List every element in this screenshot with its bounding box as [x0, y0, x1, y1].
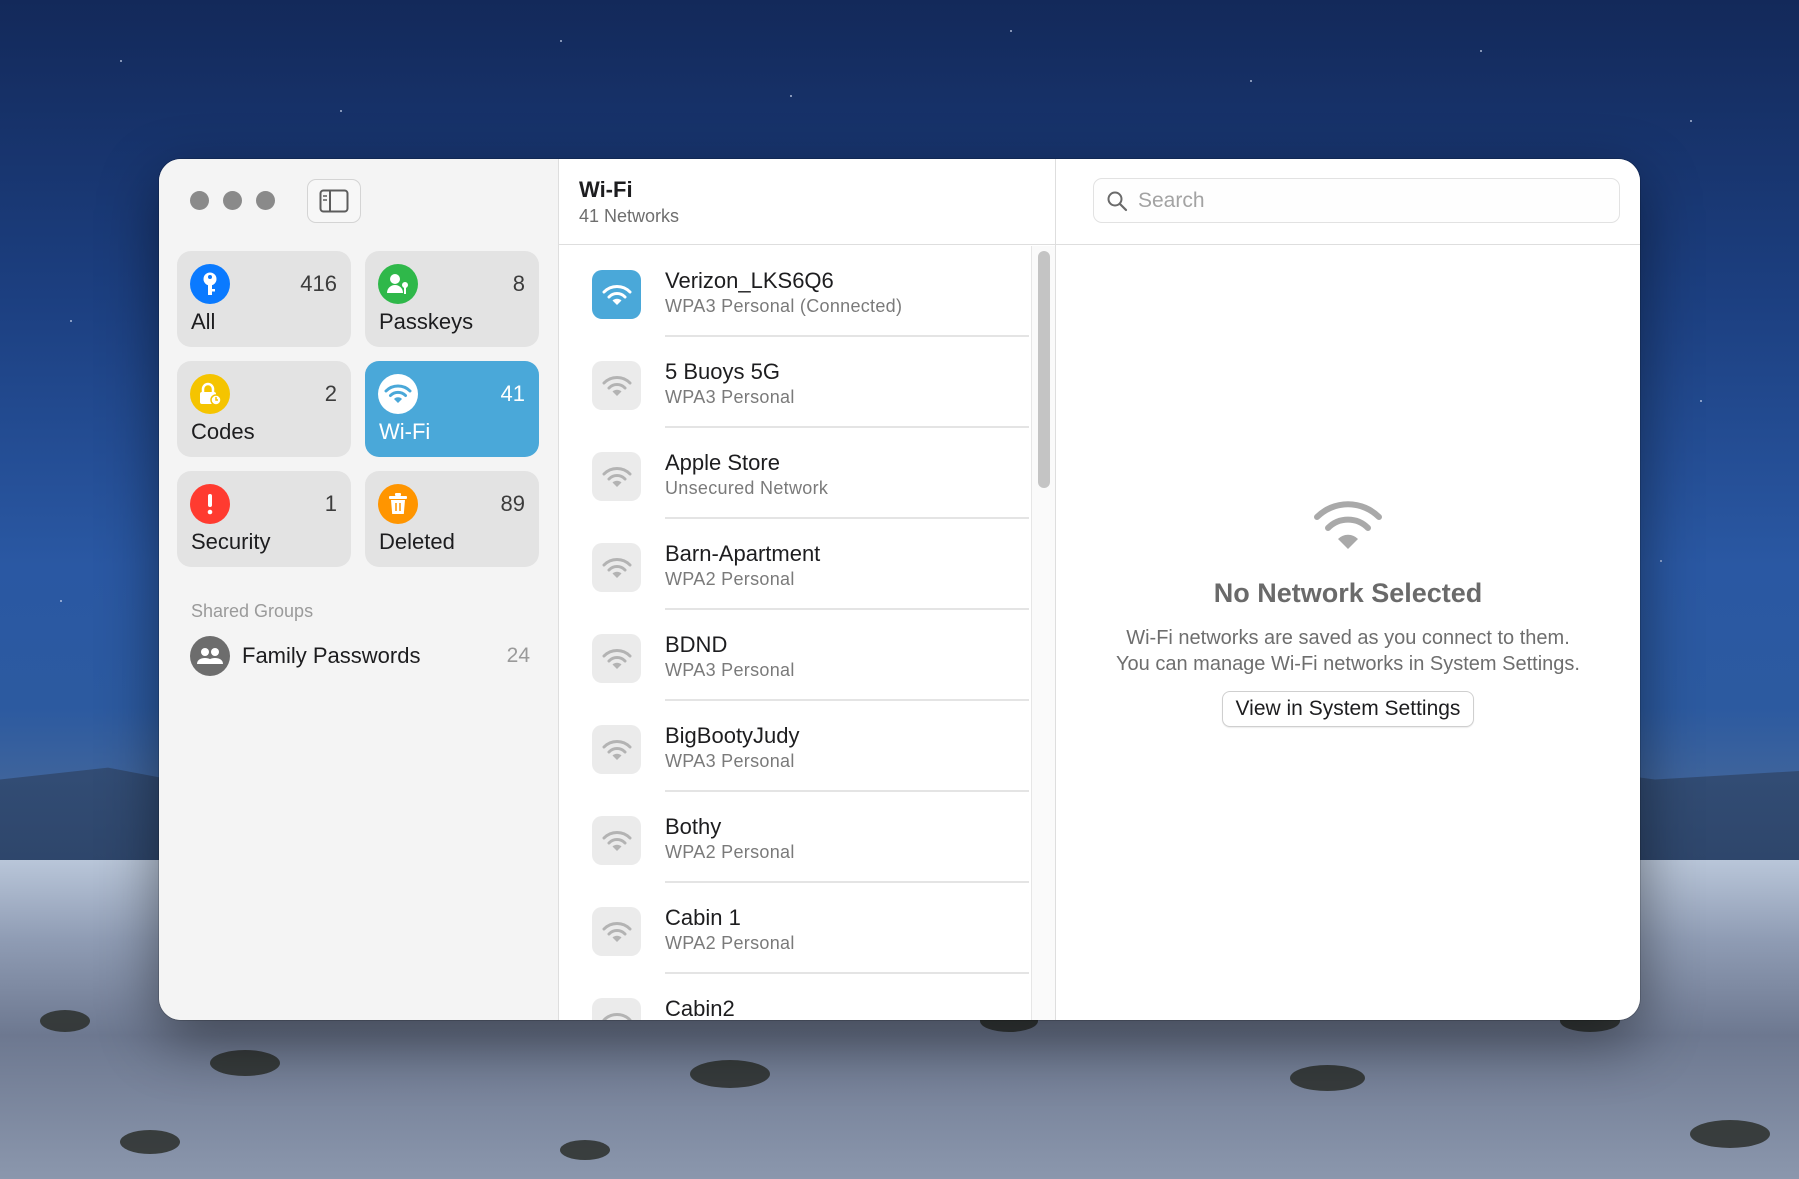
network-list-pane: Wi-Fi 41 Networks Verizon_LKS6Q6 WPA3 Per… — [559, 159, 1056, 1020]
network-name: Apple Store — [665, 450, 780, 475]
tile-passkeys[interactable]: 8 Passkeys — [365, 251, 539, 347]
network-row[interactable]: Cabin 1 WPA2 Personal — [559, 883, 1055, 974]
network-row[interactable]: Apple Store Unsecured Network — [559, 428, 1055, 519]
passwords-window: 416 All 8 Passkeys 2 Codes 41 Wi-Fi 1 Se… — [159, 159, 1640, 1020]
empty-description: Wi-Fi networks are saved as you connect … — [1056, 625, 1640, 677]
network-row[interactable]: Cabin2 — [559, 974, 1055, 1020]
tile-deleted[interactable]: 89 Deleted — [365, 471, 539, 567]
network-row[interactable]: 5 Buoys 5G WPA3 Personal — [559, 337, 1055, 428]
network-name: Barn-Apartment — [665, 541, 821, 566]
window-controls — [190, 191, 275, 210]
network-list: Verizon_LKS6Q6 WPA3 Personal (Connected) 5… — [559, 246, 1055, 1020]
tile-label: Wi-Fi — [379, 419, 431, 444]
scrollbar[interactable] — [1031, 246, 1055, 1020]
sidebar-toggle-button[interactable] — [307, 179, 361, 223]
exclamation-icon — [190, 484, 230, 524]
network-security: WPA2 Personal — [665, 569, 795, 589]
network-security: WPA3 Personal — [665, 387, 795, 407]
group-people-icon — [190, 636, 230, 676]
wifi-icon — [592, 452, 641, 501]
network-security: WPA2 Personal — [665, 842, 795, 862]
empty-title: No Network Selected — [1213, 578, 1483, 608]
network-row[interactable]: Barn-Apartment WPA2 Personal — [559, 519, 1055, 610]
shared-groups-heading: Shared Groups — [191, 601, 314, 621]
tile-wifi[interactable]: 41 Wi-Fi — [365, 361, 539, 457]
tile-all[interactable]: 416 All — [177, 251, 351, 347]
wifi-icon — [592, 816, 641, 865]
wifi-icon — [1056, 499, 1640, 556]
close-button[interactable] — [190, 191, 209, 210]
empty-line-1: Wi-Fi networks are saved as you connect … — [1126, 627, 1570, 649]
network-security: Unsecured Network — [665, 478, 829, 498]
network-security: WPA3 Personal — [665, 751, 795, 771]
lock-clock-icon — [190, 374, 230, 414]
tile-security[interactable]: 1 Security — [177, 471, 351, 567]
list-header: Wi-Fi 41 Networks — [559, 159, 1055, 245]
tile-label: Deleted — [379, 529, 455, 554]
tile-count: 41 — [500, 381, 525, 406]
network-row[interactable]: BDND WPA3 Personal — [559, 610, 1055, 701]
detail-header — [1056, 159, 1640, 245]
sidebar: 416 All 8 Passkeys 2 Codes 41 Wi-Fi 1 Se… — [159, 159, 559, 1020]
search-icon — [1107, 191, 1128, 211]
tile-codes[interactable]: 2 Codes — [177, 361, 351, 457]
category-tiles: 416 All 8 Passkeys 2 Codes 41 Wi-Fi 1 Se… — [177, 251, 539, 567]
network-name: BigBootyJudy — [665, 723, 800, 748]
wifi-icon — [592, 361, 641, 410]
tile-count: 416 — [300, 271, 337, 296]
tile-label: Codes — [191, 419, 255, 444]
network-name: Verizon_LKS6Q6 — [665, 268, 834, 293]
network-row[interactable]: Bothy WPA2 Personal — [559, 792, 1055, 883]
tile-label: All — [191, 309, 216, 334]
minimize-button[interactable] — [223, 191, 242, 210]
network-name: Cabin 1 — [665, 905, 741, 930]
wifi-icon — [592, 634, 641, 683]
network-name: Cabin2 — [665, 996, 735, 1020]
group-count: 24 — [506, 644, 530, 667]
key-icon — [190, 264, 230, 304]
network-security: WPA3 Personal (Connected) — [665, 296, 903, 316]
wifi-icon — [592, 998, 641, 1020]
sidebar-item-family-passwords[interactable]: Family Passwords 24 — [190, 635, 530, 677]
scrollbar-thumb[interactable] — [1038, 251, 1050, 488]
view-in-system-settings-button[interactable]: View in System Settings — [1221, 691, 1475, 727]
zoom-button[interactable] — [256, 191, 275, 210]
empty-line-2: You can manage Wi-Fi networks in System … — [1116, 653, 1580, 675]
network-row[interactable]: BigBootyJudy WPA3 Personal — [559, 701, 1055, 792]
group-name: Family Passwords — [242, 643, 421, 668]
search-input[interactable] — [1138, 188, 1600, 213]
list-title: Wi-Fi — [579, 177, 633, 202]
detail-pane: No Network Selected Wi-Fi networks are s… — [1056, 159, 1640, 1020]
sidebar-icon — [319, 189, 349, 213]
person-key-icon — [378, 264, 418, 304]
search-field[interactable] — [1093, 178, 1620, 223]
wifi-icon — [592, 270, 641, 319]
network-name: BDND — [665, 632, 728, 657]
network-security: WPA3 Personal — [665, 660, 795, 680]
tile-count: 2 — [324, 381, 337, 406]
tile-count: 8 — [512, 271, 525, 296]
wifi-icon — [592, 543, 641, 592]
network-name: 5 Buoys 5G — [665, 359, 780, 384]
wifi-icon — [592, 725, 641, 774]
network-row[interactable]: Verizon_LKS6Q6 WPA3 Personal (Connected) — [559, 246, 1055, 337]
trash-icon — [378, 484, 418, 524]
network-name: Bothy — [665, 814, 722, 839]
list-subtitle: 41 Networks — [579, 206, 680, 226]
tile-count: 1 — [324, 491, 337, 516]
wifi-icon — [378, 374, 418, 414]
network-security: WPA2 Personal — [665, 933, 795, 953]
empty-state: No Network Selected Wi-Fi networks are s… — [1056, 499, 1640, 727]
tile-label: Security — [191, 529, 271, 554]
wifi-icon — [592, 907, 641, 956]
tile-count: 89 — [500, 491, 525, 516]
tile-label: Passkeys — [379, 309, 474, 334]
